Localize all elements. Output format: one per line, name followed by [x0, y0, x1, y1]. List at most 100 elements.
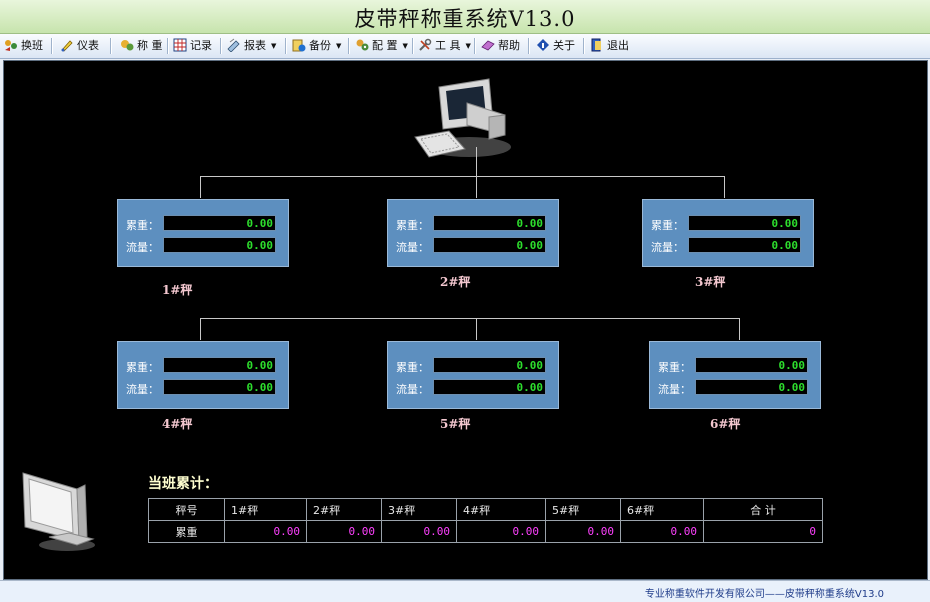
toolbar-label: 称 重 — [137, 39, 163, 52]
status-bar: 专业称重软件开发有限公司——皮带秤称重系统V13.0 — [0, 580, 930, 602]
cumulative-label: 累重： — [658, 361, 691, 374]
cumulative-value: 0.00 — [695, 357, 808, 373]
cumulative-value: 0.00 — [688, 215, 801, 231]
flow-value: 0.00 — [433, 379, 546, 395]
flow-value: 0.00 — [695, 379, 808, 395]
computer-icon — [414, 78, 511, 158]
about-button[interactable]: 关于 — [536, 37, 575, 55]
table-header: 秤号 — [148, 498, 225, 521]
help-button[interactable]: 帮助 — [481, 37, 520, 55]
toolbar-label: 仪表 — [77, 39, 99, 52]
chevron-down-icon: ▼ — [336, 42, 342, 50]
exit-button[interactable]: 退出 — [590, 37, 629, 55]
tools-menu[interactable]: 工 具 ▼ — [418, 37, 471, 55]
scale-panel-1: 累重： 0.00 流量： 0.00 — [117, 199, 289, 267]
cumulative-value: 0.00 — [433, 357, 546, 373]
flow-label: 流量： — [126, 383, 159, 396]
status-text: 专业称重软件开发有限公司——皮带秤称重系统V13.0 — [644, 589, 884, 600]
connector-line — [476, 147, 477, 177]
scale-panel-2: 累重： 0.00 流量： 0.00 — [387, 199, 559, 267]
backup-icon — [292, 39, 306, 52]
cumulative-label: 累重： — [126, 219, 159, 232]
people-swap-icon — [5, 40, 17, 51]
toolbar-label: 退出 — [607, 39, 629, 52]
scale-panel-6: 累重： 0.00 流量： 0.00 — [649, 341, 821, 409]
flow-label: 流量： — [651, 241, 684, 254]
connector-line — [476, 318, 477, 340]
scale-panel-4: 累重： 0.00 流量： 0.00 — [117, 341, 289, 409]
chevron-down-icon: ▼ — [465, 42, 471, 50]
table-header: 5#秤 — [545, 498, 621, 521]
weighing-button[interactable]: 称 重 — [120, 37, 163, 55]
flow-label: 流量： — [396, 241, 429, 254]
monitor-canvas: 累重： 0.00 流量： 0.00 1#秤 累重： 0.00 流量： 0.00 … — [3, 60, 928, 580]
table-cell: 0.00 — [456, 520, 546, 543]
flow-label: 流量： — [396, 383, 429, 396]
exit-door-icon — [591, 38, 601, 52]
grid-icon — [173, 38, 187, 52]
flow-value: 0.00 — [163, 379, 276, 395]
cumulative-label: 累重： — [651, 219, 684, 232]
table-cell: 累重 — [148, 520, 225, 543]
cumulative-value: 0.00 — [163, 357, 276, 373]
tools-icon — [419, 38, 432, 51]
config-icon — [356, 39, 369, 51]
table-row: 累重 0.00 0.00 0.00 0.00 0.00 0.00 0 — [148, 520, 823, 543]
toolbar-label: 关于 — [553, 39, 575, 52]
toolbar-label: 工 具 — [435, 39, 461, 52]
table-cell: 0 — [703, 520, 823, 543]
table-header: 2#秤 — [306, 498, 382, 521]
records-button[interactable]: 记录 — [173, 37, 212, 55]
meter-icon — [61, 40, 73, 52]
meter-button[interactable]: 仪表 — [60, 37, 99, 55]
table-header: 3#秤 — [381, 498, 457, 521]
scale-name: 6#秤 — [710, 417, 741, 431]
table-header: 1#秤 — [224, 498, 307, 521]
cumulative-label: 累重： — [126, 361, 159, 374]
table-header: 6#秤 — [620, 498, 704, 521]
monitor-icon — [22, 472, 95, 551]
toolbar-label: 报表 — [244, 39, 266, 52]
flow-value: 0.00 — [433, 237, 546, 253]
toolbar-label: 备份 — [309, 39, 331, 52]
chevron-down-icon: ▼ — [271, 42, 277, 50]
connector-line — [200, 176, 725, 177]
toolbar: 换班 仪表 称 重 记录 报表 ▼ 备份 ▼ 配 置 ▼ 工 具 ▼ 帮助 关于 退出 — [0, 34, 930, 59]
chevron-down-icon: ▼ — [402, 42, 408, 50]
connector-line — [476, 176, 477, 198]
table-cell: 0.00 — [545, 520, 621, 543]
cumulative-value: 0.00 — [433, 215, 546, 231]
connector-line — [200, 318, 740, 319]
cumulative-label: 累重： — [396, 361, 429, 374]
toolbar-label: 换班 — [21, 39, 43, 52]
scale-icon — [121, 40, 134, 51]
flow-value: 0.00 — [163, 237, 276, 253]
connector-line — [739, 318, 740, 340]
connector-line — [200, 176, 201, 198]
scale-name: 4#秤 — [162, 417, 193, 431]
title-bar: 皮带秤称重系统V13.0 — [0, 0, 930, 34]
table-cell: 0.00 — [381, 520, 457, 543]
connector-line — [724, 176, 725, 198]
toolbar-label: 帮助 — [498, 39, 520, 52]
shift-totals-table: 秤号 1#秤 2#秤 3#秤 4#秤 5#秤 6#秤 合 计 累重 0.00 0… — [148, 498, 823, 543]
cumulative-label: 累重： — [396, 219, 429, 232]
scale-name: 1#秤 — [162, 283, 193, 297]
config-menu[interactable]: 配 置 ▼ — [355, 37, 408, 55]
table-cell: 0.00 — [306, 520, 382, 543]
cumulative-value: 0.00 — [163, 215, 276, 231]
scale-name: 5#秤 — [440, 417, 471, 431]
flow-label: 流量： — [658, 383, 691, 396]
flow-label: 流量： — [126, 241, 159, 254]
report-menu[interactable]: 报表 ▼ — [227, 37, 276, 55]
connector-line — [200, 318, 201, 340]
scale-name: 2#秤 — [440, 275, 471, 289]
scale-name: 3#秤 — [695, 275, 726, 289]
shift-change-button[interactable]: 换班 — [4, 37, 43, 55]
backup-menu[interactable]: 备份 ▼ — [292, 37, 341, 55]
info-icon — [537, 39, 549, 51]
toolbar-label: 配 置 — [372, 39, 398, 52]
table-cell: 0.00 — [620, 520, 704, 543]
table-header: 4#秤 — [456, 498, 546, 521]
window-title: 皮带秤称重系统V13.0 — [354, 7, 576, 31]
